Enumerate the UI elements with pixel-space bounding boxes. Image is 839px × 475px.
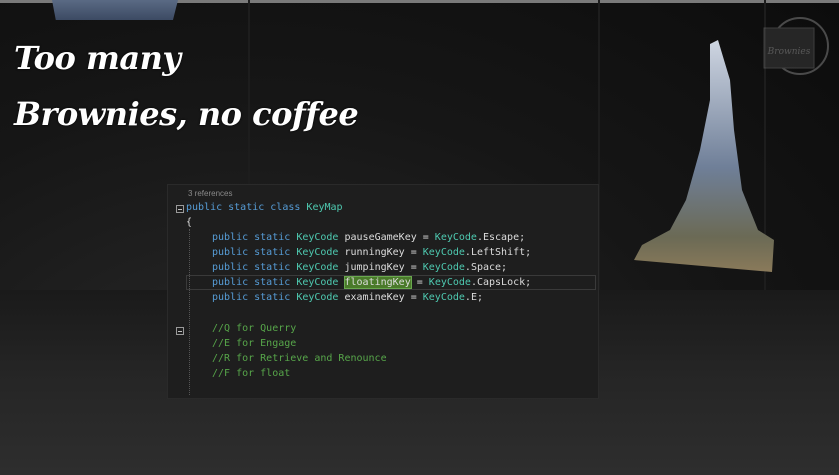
doorway-sky-shape xyxy=(634,40,774,272)
code-line-floating-key[interactable]: public static KeyCode floatingKey = KeyC… xyxy=(212,275,531,290)
indent-guide xyxy=(189,229,190,395)
code-token-keyword: public static class xyxy=(186,202,301,213)
selected-identifier: floatingKey xyxy=(343,276,412,289)
code-references-label[interactable]: 3 references xyxy=(188,189,232,198)
code-line-running-key[interactable]: public static KeyCode runningKey = KeyCo… xyxy=(212,245,531,260)
video-title-overlay: Too many Brownies, no coffee xyxy=(14,30,359,142)
code-token-type: KeyMap xyxy=(306,202,343,213)
doorway-opening xyxy=(634,40,776,272)
collapse-toggle-icon[interactable] xyxy=(176,327,184,335)
title-line-2: Brownies, no coffee xyxy=(14,95,359,133)
code-comment-e[interactable]: //E for Engage xyxy=(212,336,296,351)
title-line-1: Too many xyxy=(14,39,181,77)
code-line-class-declaration[interactable]: public static class KeyMap xyxy=(186,200,343,215)
code-line-jumping-key[interactable]: public static KeyCode jumpingKey = KeyCo… xyxy=(212,260,507,275)
code-editor-panel: 3 references public static class KeyMap … xyxy=(167,184,599,399)
code-comment-r[interactable]: //R for Retrieve and Renounce xyxy=(212,351,387,366)
watermark-text: Brownies xyxy=(767,47,811,57)
code-line-examine-key[interactable]: public static KeyCode examineKey = KeyCo… xyxy=(212,290,483,305)
channel-watermark-logo: Brownies xyxy=(760,12,834,80)
collapse-toggle-icon[interactable] xyxy=(176,205,184,213)
code-comment-f[interactable]: //F for float xyxy=(212,366,290,381)
ceiling-light xyxy=(52,0,178,20)
code-line-pause-key[interactable]: public static KeyCode pauseGameKey = Key… xyxy=(212,230,525,245)
code-line-open-brace[interactable]: { xyxy=(186,215,192,230)
code-comment-q[interactable]: //Q for Querry xyxy=(212,321,296,336)
